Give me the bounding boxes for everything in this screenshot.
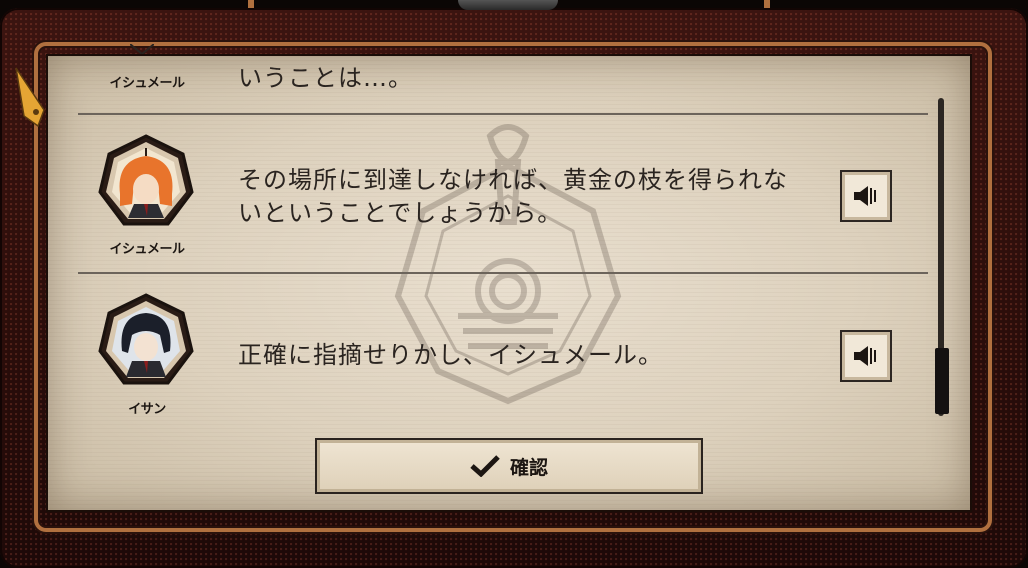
top-notch-right xyxy=(764,0,770,8)
dialogue-text: 正確に指摘せりかし、イシュメール。 xyxy=(238,339,663,372)
checkmark-icon xyxy=(470,455,500,477)
dialogue-text: その場所に到達しなければ、黄金の枝を得られな いということでしょうから。 xyxy=(238,164,788,230)
speaker-icon xyxy=(854,186,876,206)
voice-replay-button[interactable] xyxy=(840,170,892,222)
confirm-button[interactable]: 確認 xyxy=(315,438,703,494)
top-notch-left xyxy=(248,0,254,8)
voice-replay-button[interactable] xyxy=(840,330,892,382)
top-tab-ornament xyxy=(458,0,558,10)
yi-sang-portrait xyxy=(98,293,194,385)
speaker-name: イシュメール xyxy=(109,242,185,257)
pen-nib-icon xyxy=(15,67,45,128)
confirm-label: 確認 xyxy=(509,456,548,479)
dialogue-line: いということでしょうから。 xyxy=(238,199,563,227)
speaker-name: イシュメール xyxy=(109,76,185,91)
scrollbar-thumb[interactable] xyxy=(935,348,949,414)
portrait-frame-edge xyxy=(130,44,154,54)
ishmael-portrait xyxy=(98,134,194,226)
dialogue-line: いうことは…。 xyxy=(238,64,413,92)
entry-divider xyxy=(78,113,928,115)
entry-divider xyxy=(78,272,928,274)
dialogue-text: いうことは…。 xyxy=(238,62,413,95)
dialogue-line: 正確に指摘せりかし、イシュメール。 xyxy=(238,341,663,369)
dialogue-line: その場所に到達しなければ、黄金の枝を得られな xyxy=(238,166,788,194)
speaker-name: イサン xyxy=(128,402,166,417)
speaker-icon xyxy=(854,346,876,366)
